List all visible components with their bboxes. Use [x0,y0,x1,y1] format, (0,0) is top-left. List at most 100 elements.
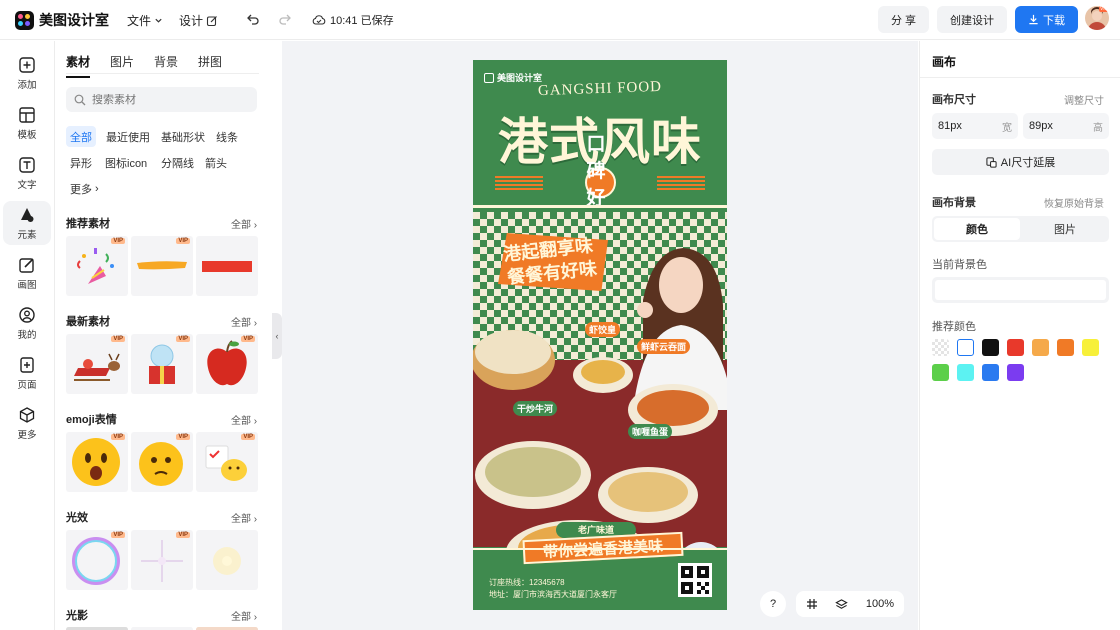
grid-icon[interactable] [806,598,818,610]
resize-link[interactable]: 调整尺寸 [1064,92,1104,107]
sparkle-icon [141,540,183,582]
material-tile[interactable]: VIP [196,334,258,394]
section-all-light-shadow[interactable]: 全部 › [231,608,257,623]
red-bar-shape [202,261,252,272]
material-tile[interactable] [196,530,258,590]
download-button[interactable]: 下载 [1015,6,1078,33]
search-input[interactable] [92,93,242,106]
color-swatch[interactable] [1057,339,1074,356]
chip-recent[interactable]: 最近使用 [102,126,154,147]
share-button[interactable]: 分 享 [878,6,929,33]
section-title-recommended: 推荐素材 [66,218,110,230]
poster-tag-rice-roll: 干炒牛河 [513,401,558,416]
chip-all[interactable]: 全部 [66,126,96,147]
restore-bg-link[interactable]: 恢复原始背景 [1044,195,1104,210]
section-all-recommended[interactable]: 全部 › [231,216,257,231]
nav-mine[interactable]: 我的 [3,301,51,345]
section-all-label: 全部 [231,318,251,329]
color-swatch[interactable] [932,364,949,381]
nav-more[interactable]: 更多 [3,401,51,445]
vip-badge: VIP [176,336,190,342]
draw-icon [19,257,34,273]
tab-material[interactable]: 素材 [66,53,91,78]
top-bar: 美图设计室 文件 设计 10:41 已保存 分 享 创建设计 下载 VIP [0,0,1120,40]
tab-collage[interactable]: 拼图 [198,53,222,78]
bg-tab-image[interactable]: 图片 [1022,218,1108,240]
download-icon [1029,14,1038,25]
material-tile[interactable]: VIP [66,334,128,394]
vip-badge: VIP [176,532,190,538]
file-menu[interactable]: 文件 [127,12,163,29]
chip-divider[interactable]: 分隔线 [157,152,198,173]
nav-template-label: 模板 [17,129,37,141]
ai-resize-icon [986,156,997,168]
bg-type-toggle: 颜色 图片 [932,216,1109,242]
chip-icon[interactable]: 图标icon [101,152,151,173]
color-swatch[interactable] [957,339,974,356]
nav-text[interactable]: 文字 [3,151,51,195]
chip-line[interactable]: 线条 [212,126,242,147]
tab-image[interactable]: 图片 [110,53,134,78]
chip-arrow[interactable]: 箭头 [201,152,231,173]
undo-icon[interactable] [246,12,260,26]
nav-draw[interactable]: 画图 [3,251,51,295]
current-bg-label: 当前背景色 [932,259,987,271]
nav-element[interactable]: 元素 [3,201,51,245]
nav-draw-label: 画图 [17,279,37,291]
material-tile[interactable]: VIP [66,236,128,296]
avatar[interactable]: VIP [1085,6,1109,30]
help-button[interactable]: ? [760,591,786,617]
poster-tag-noodle: 鲜虾云吞面 [637,339,691,354]
material-tile[interactable]: VIP [131,334,193,394]
vip-badge: VIP [111,532,125,538]
current-bg-color-field[interactable] [932,277,1109,303]
material-tile[interactable] [196,236,258,296]
nav-page[interactable]: 页面 [3,351,51,395]
color-swatch[interactable] [1007,364,1024,381]
material-tile[interactable]: VIP [131,530,193,590]
color-swatch[interactable] [1082,339,1099,356]
material-tile[interactable]: VIP [66,432,128,492]
color-swatch[interactable] [1032,339,1049,356]
zoom-level[interactable]: 100% [866,598,894,610]
poster-canvas[interactable]: 美图设计室 GANGSHI FOOD 港式风味 口碑好店 港起翻享味 餐餐有好味… [473,60,727,610]
color-swatch[interactable] [1007,339,1024,356]
left-nav: 添加 模板 文字 元素 画图 我的 页面 更多 [0,41,55,630]
bg-tab-color[interactable]: 颜色 [934,218,1020,240]
height-field[interactable]: 89px 高 [1023,113,1109,139]
section-all-light-effect[interactable]: 全部 › [231,510,257,525]
color-swatch[interactable] [957,364,974,381]
chip-more-label: 更多 [70,183,92,196]
ai-extend-button[interactable]: AI尺寸延展 [932,149,1109,175]
material-tile[interactable]: VIP [131,432,193,492]
material-tile[interactable]: VIP [66,530,128,590]
section-all-emoji[interactable]: 全部 › [231,412,257,427]
brush-stroke-icon [137,261,187,270]
poster-brand-text: 美图设计室 [497,73,543,83]
material-tile[interactable]: VIP [131,236,193,296]
color-swatch[interactable] [982,339,999,356]
color-swatch[interactable] [982,364,999,381]
tab-background[interactable]: 背景 [154,53,178,78]
layers-icon[interactable] [835,598,849,611]
material-tile[interactable]: VIP [196,432,258,492]
create-design-button[interactable]: 创建设计 [937,6,1007,33]
height-unit: 高 [1093,122,1103,134]
app-logo[interactable]: 美图设计室 [15,10,109,30]
design-menu[interactable]: 设计 [179,12,218,29]
collapse-panel-button[interactable]: ‹ [272,313,282,359]
chip-irregular[interactable]: 异形 [66,152,96,173]
search-box[interactable] [66,87,257,112]
edit-icon [206,15,217,26]
chip-basic-shape[interactable]: 基础形状 [157,126,209,147]
nav-add[interactable]: 添加 [3,51,51,95]
chip-more[interactable]: 更多 › [66,178,103,199]
width-field[interactable]: 81px 宽 [932,113,1018,139]
user-icon [19,306,35,323]
nav-template[interactable]: 模板 [3,101,51,145]
tab-divider [66,73,259,74]
section-all-newest[interactable]: 全部 › [231,314,257,329]
section-title-newest: 最新素材 [66,316,110,328]
transparent-swatch[interactable] [932,339,949,356]
redo-icon[interactable] [278,12,292,26]
